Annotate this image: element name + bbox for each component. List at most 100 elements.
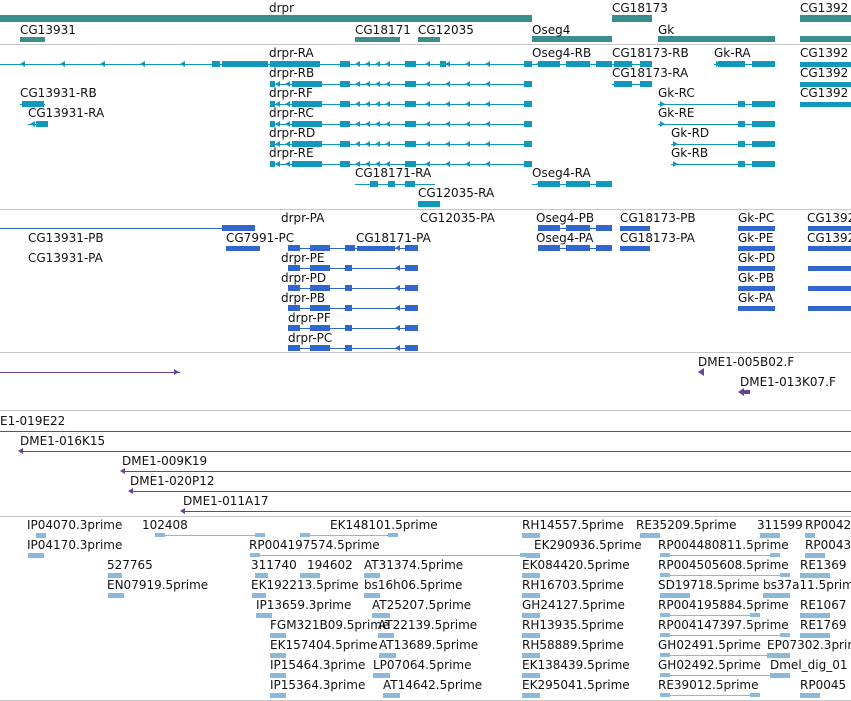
feature-label[interactable]: IP04170.3prime xyxy=(27,538,122,552)
exon-block[interactable] xyxy=(538,61,560,67)
feature-label[interactable]: RP0042 xyxy=(805,518,851,532)
exon-block[interactable] xyxy=(405,181,415,187)
exon-block[interactable] xyxy=(524,141,532,147)
exon-block[interactable] xyxy=(538,245,560,251)
exon-block[interactable] xyxy=(345,265,352,271)
exon-block[interactable] xyxy=(378,632,394,638)
feature-label[interactable]: Gk-PB xyxy=(738,271,774,285)
feature-label[interactable]: RE35209.5prime xyxy=(636,518,737,532)
exon-block[interactable] xyxy=(738,101,745,107)
exon-block[interactable] xyxy=(808,265,851,271)
exon-block[interactable] xyxy=(222,61,268,67)
feature-label[interactable]: Gk-RE xyxy=(658,106,695,120)
exon-block[interactable] xyxy=(526,552,540,558)
exon-block[interactable] xyxy=(620,225,650,231)
feature-label[interactable]: LP07064.5prime xyxy=(373,658,472,672)
feature-label[interactable]: Oseg4-RA xyxy=(532,166,591,180)
feature-label[interactable]: GH02491.5prime xyxy=(658,638,761,652)
exon-block[interactable] xyxy=(612,14,652,22)
feature-label[interactable]: CG7991-PC xyxy=(226,231,294,245)
exon-block[interactable] xyxy=(750,693,760,697)
feature-label[interactable]: Oseg4 xyxy=(532,23,570,37)
exon-block[interactable] xyxy=(522,592,540,598)
exon-block[interactable] xyxy=(524,161,532,167)
feature-label[interactable]: DME1-009K19 xyxy=(122,454,207,468)
exon-block[interactable] xyxy=(0,14,532,22)
exon-block[interactable] xyxy=(770,553,780,557)
exon-block[interactable] xyxy=(256,612,272,618)
exon-block[interactable] xyxy=(255,572,268,578)
exon-block[interactable] xyxy=(800,14,851,22)
exon-block[interactable] xyxy=(808,285,851,291)
exon-block[interactable] xyxy=(270,692,286,698)
exon-block[interactable] xyxy=(345,305,352,311)
feature-label[interactable]: CG13931 xyxy=(20,23,76,37)
exon-block[interactable] xyxy=(370,181,378,187)
exon-block[interactable] xyxy=(345,285,352,291)
feature-label[interactable]: Gk-RD xyxy=(671,126,709,140)
exon-block[interactable] xyxy=(379,652,396,658)
exon-block[interactable] xyxy=(405,305,418,311)
exon-block[interactable] xyxy=(660,673,670,677)
feature-label[interactable]: CG18173-PB xyxy=(620,211,696,225)
feature-label[interactable]: GH24127.5prime xyxy=(522,598,625,612)
exon-block[interactable] xyxy=(752,121,775,127)
exon-block[interactable] xyxy=(808,245,851,251)
exon-block[interactable] xyxy=(405,141,416,147)
exon-block[interactable] xyxy=(808,225,851,231)
feature-label[interactable]: drpr-PF xyxy=(288,311,331,325)
feature-label[interactable]: CG1392 xyxy=(807,211,851,225)
feature-label[interactable]: AT31374.5prime xyxy=(364,558,463,572)
exon-block[interactable] xyxy=(270,672,286,678)
feature-label[interactable]: Gk-PA xyxy=(738,291,773,305)
feature-label[interactable]: CG18171 xyxy=(355,23,411,37)
feature-label[interactable]: CG1392 xyxy=(807,231,851,245)
feature-label[interactable]: DME1-016K15 xyxy=(20,434,105,448)
exon-block[interactable] xyxy=(405,345,418,351)
feature-label[interactable]: FGM321B09.5prime xyxy=(270,618,389,632)
exon-block[interactable] xyxy=(760,532,780,538)
feature-label[interactable]: RH14557.5prime xyxy=(522,518,624,532)
exon-block[interactable] xyxy=(270,632,286,638)
exon-block[interactable] xyxy=(522,652,540,658)
feature-label[interactable]: RP004505608.5prime xyxy=(658,558,789,572)
feature-label[interactable]: IP15364.3prime xyxy=(270,678,365,692)
exon-block[interactable] xyxy=(566,181,590,187)
exon-block[interactable] xyxy=(718,61,745,67)
exon-block[interactable] xyxy=(660,553,670,557)
exon-block[interactable] xyxy=(750,613,760,617)
feature-label[interactable]: SD19718.5prime xyxy=(658,578,759,592)
feature-label[interactable]: drpr-RD xyxy=(269,126,315,140)
exon-block[interactable] xyxy=(252,592,266,598)
feature-label[interactable]: EK295041.5prime xyxy=(522,678,630,692)
feature-label[interactable]: RP004147397.5prime xyxy=(658,618,789,632)
exon-block[interactable] xyxy=(340,141,350,147)
feature-label[interactable]: RH13935.5prime xyxy=(522,618,624,632)
exon-block[interactable] xyxy=(340,81,350,87)
feature-label[interactable]: AT14642.5prime xyxy=(383,678,482,692)
feature-label[interactable]: Oseg4-RB xyxy=(532,46,591,60)
exon-block[interactable] xyxy=(522,572,540,578)
exon-block[interactable] xyxy=(660,693,670,697)
exon-block[interactable] xyxy=(340,61,350,67)
feature-label[interactable]: RP0043 xyxy=(805,538,851,552)
exon-block[interactable] xyxy=(405,101,416,107)
feature-label[interactable]: drpr-PC xyxy=(288,331,332,345)
feature-label[interactable]: EK148101.5prime xyxy=(330,518,438,532)
feature-label[interactable]: 311599 xyxy=(757,518,803,532)
feature-label[interactable]: GH02492.5prime xyxy=(658,658,761,672)
feature-label[interactable]: CG13931-RB xyxy=(20,86,97,100)
feature-label[interactable]: bs16h06.5prime xyxy=(364,578,462,592)
feature-label[interactable]: RE1067 xyxy=(800,598,846,612)
feature-label[interactable]: drpr-RF xyxy=(269,86,313,100)
feature-label[interactable]: EK290936.5prime xyxy=(534,538,642,552)
exon-block[interactable] xyxy=(270,652,286,658)
exon-block[interactable] xyxy=(372,612,390,618)
feature-label[interactable]: CG18171-PA xyxy=(356,231,431,245)
exon-block[interactable] xyxy=(418,36,440,42)
exon-block[interactable] xyxy=(405,285,418,291)
exon-block[interactable] xyxy=(660,653,670,657)
feature-label[interactable]: RH58889.5prime xyxy=(522,638,624,652)
exon-block[interactable] xyxy=(405,325,418,331)
feature-label[interactable]: RP0045 xyxy=(800,678,846,692)
